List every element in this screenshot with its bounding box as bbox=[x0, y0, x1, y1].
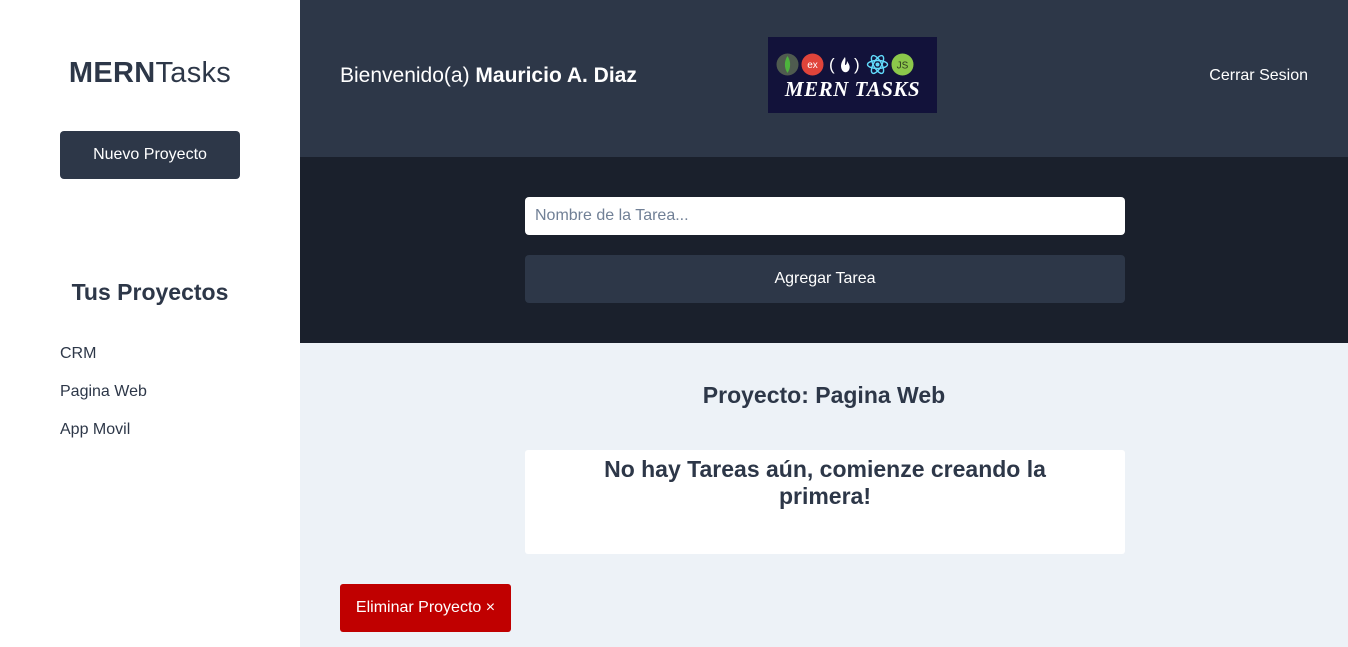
project-heading: Proyecto: Pagina Web bbox=[702, 382, 946, 408]
express-icon: ex bbox=[801, 53, 824, 76]
welcome-prefix: Bienvenido(a) bbox=[340, 64, 476, 87]
freecodecamp-icon: () bbox=[826, 53, 864, 76]
project-item-crm[interactable]: CRM bbox=[60, 343, 147, 381]
task-list-area: Proyecto: Pagina Web No hay Tareas aún, … bbox=[300, 343, 1348, 647]
user-name: Mauricio A. Diaz bbox=[475, 64, 637, 87]
welcome-message: Bienvenido(a) Mauricio A. Diaz bbox=[340, 64, 637, 88]
project-item-pagina-web[interactable]: Pagina Web bbox=[60, 381, 147, 419]
mern-tasks-logo: ex () JS MERN TASKS bbox=[768, 37, 937, 113]
project-item-app-movil[interactable]: App Movil bbox=[60, 419, 147, 457]
add-task-button[interactable]: Agregar Tarea bbox=[525, 255, 1125, 303]
svg-text:): ) bbox=[854, 55, 860, 74]
delete-project-button[interactable]: Eliminar Proyecto × bbox=[340, 584, 511, 632]
app-header: Bienvenido(a) Mauricio A. Diaz ex () JS … bbox=[300, 0, 1348, 157]
sidebar: MERNTasks Nuevo Proyecto Tus Proyectos C… bbox=[0, 0, 300, 647]
logo-icons: ex () JS bbox=[776, 51, 914, 77]
svg-text:JS: JS bbox=[897, 60, 909, 71]
mongodb-icon bbox=[776, 53, 799, 76]
logo-text: MERN TASKS bbox=[784, 77, 921, 101]
react-icon bbox=[866, 53, 889, 76]
empty-tasks-message: No hay Tareas aún, comienze creando la p… bbox=[604, 456, 1046, 509]
svg-text:ex: ex bbox=[807, 60, 818, 71]
svg-text:(: ( bbox=[829, 55, 835, 74]
nodejs-icon: JS bbox=[891, 53, 914, 76]
task-form: Agregar Tarea bbox=[300, 157, 1348, 343]
projects-title: Tus Proyectos bbox=[71, 279, 229, 305]
brand-logo: MERNTasks bbox=[0, 57, 300, 90]
brand-bold: MERN bbox=[68, 57, 156, 89]
brand-light: Tasks bbox=[155, 57, 232, 89]
new-project-button[interactable]: Nuevo Proyecto bbox=[60, 131, 240, 179]
project-list: CRM Pagina Web App Movil bbox=[60, 343, 147, 457]
task-name-input[interactable] bbox=[525, 197, 1125, 235]
logout-button[interactable]: Cerrar Sesion bbox=[1209, 67, 1308, 85]
empty-tasks-card: No hay Tareas aún, comienze creando la p… bbox=[525, 450, 1125, 554]
